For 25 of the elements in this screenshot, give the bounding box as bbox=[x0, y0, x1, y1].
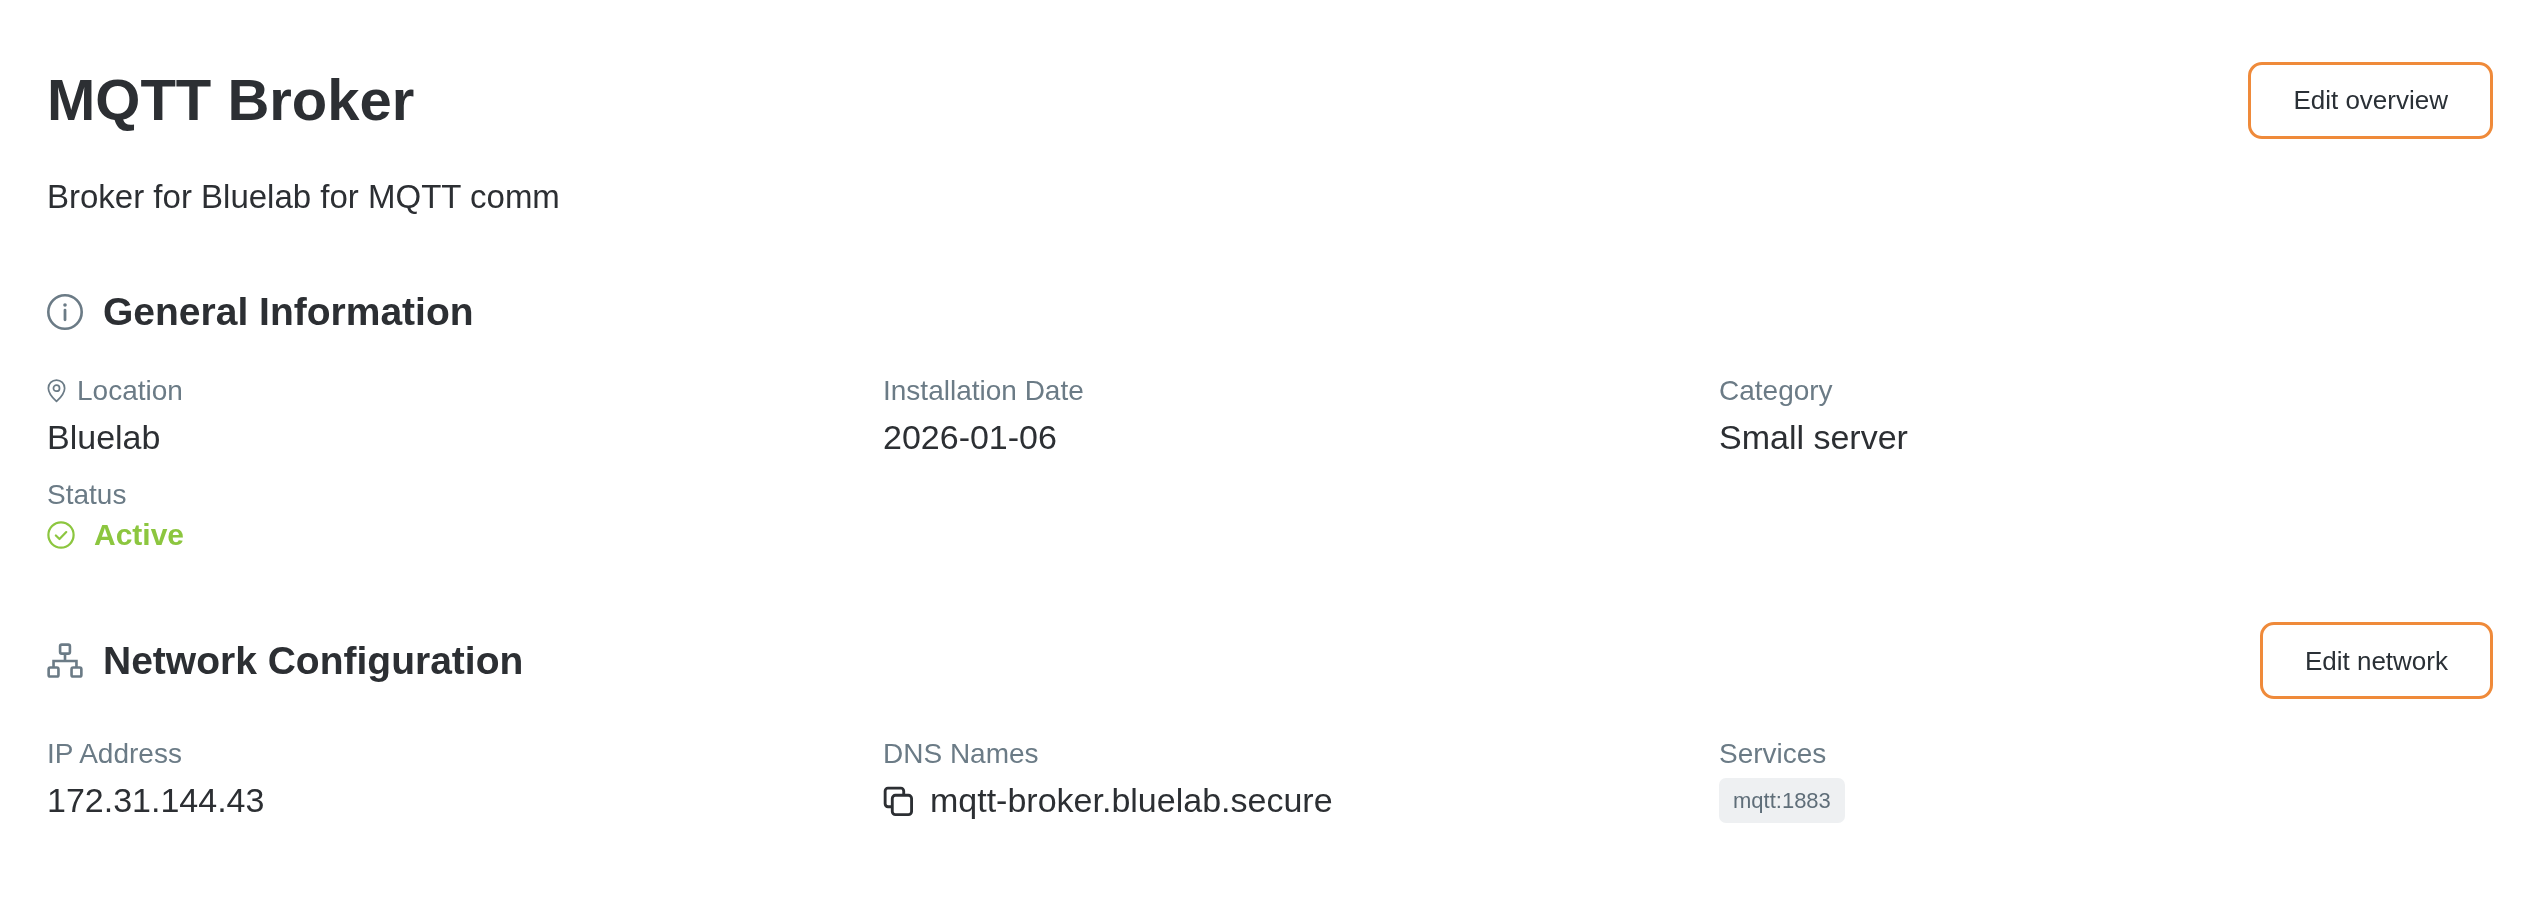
copy-icon[interactable] bbox=[883, 785, 913, 816]
field-label: Category bbox=[1719, 374, 1833, 408]
info-icon bbox=[47, 294, 83, 330]
location-pin-icon bbox=[47, 379, 66, 403]
edit-overview-button[interactable]: Edit overview bbox=[2248, 61, 2493, 139]
status-text: Active bbox=[94, 517, 185, 553]
field-label: Location bbox=[77, 374, 183, 408]
field-value: Small server bbox=[1719, 417, 1908, 458]
field-label: IP Address bbox=[47, 737, 182, 771]
field-label: Installation Date bbox=[883, 374, 1084, 408]
field-value: 2026-01-06 bbox=[883, 417, 1057, 458]
service-tag: mqtt:1883 bbox=[1719, 778, 1845, 823]
page-description: Broker for Bluelab for MQTT comm bbox=[47, 177, 561, 217]
field-value: 172.31.144.43 bbox=[47, 780, 265, 821]
page-title: MQTT Broker bbox=[47, 66, 415, 135]
field-label: DNS Names bbox=[883, 737, 1039, 771]
check-circle-icon bbox=[47, 521, 75, 549]
field-value: mqtt-broker.bluelab.secure bbox=[930, 780, 1333, 821]
sitemap-icon bbox=[47, 642, 83, 679]
section-title: Network Configuration bbox=[103, 637, 524, 684]
field-label: Status bbox=[47, 478, 127, 512]
field-value: Bluelab bbox=[47, 417, 161, 458]
edit-network-button[interactable]: Edit network bbox=[2259, 622, 2493, 699]
section-title: General Information bbox=[103, 289, 474, 335]
field-label: Services bbox=[1719, 737, 1827, 771]
